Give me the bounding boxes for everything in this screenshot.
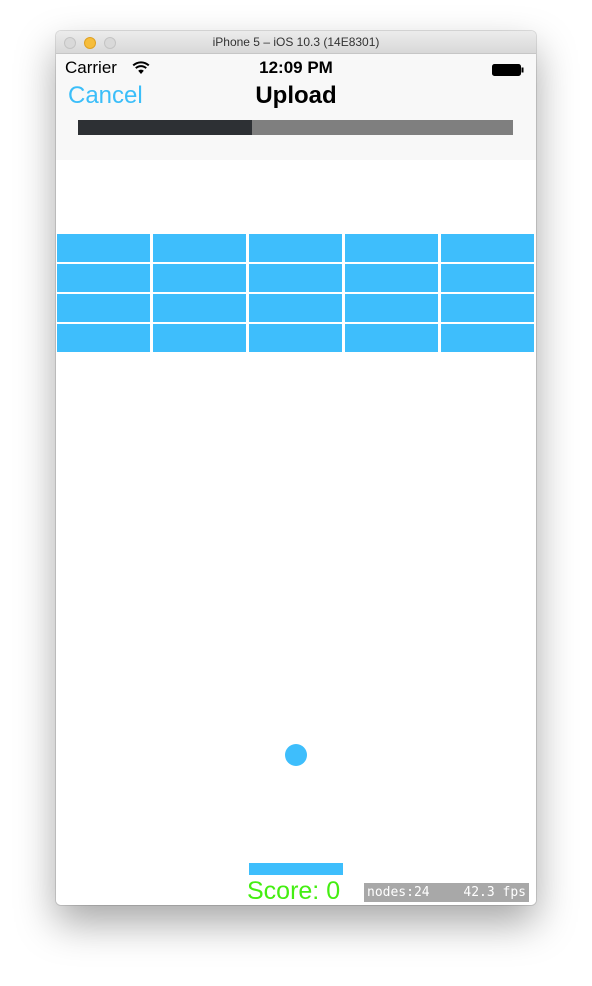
window-titlebar: iPhone 5 – iOS 10.3 (14E8301): [56, 31, 536, 54]
brick: [441, 294, 534, 322]
brick: [153, 294, 246, 322]
brick: [57, 234, 150, 262]
device-screen: Carrier 12:09 PM Cancel Upload Score: 0 …: [56, 54, 536, 905]
upload-progress-fill: [78, 120, 252, 135]
brick-wall: [57, 234, 535, 352]
brick: [345, 264, 438, 292]
fps-counter: 42.3 fps: [463, 885, 526, 900]
ball: [285, 744, 307, 766]
window-title: iPhone 5 – iOS 10.3 (14E8301): [212, 35, 380, 49]
brick: [345, 294, 438, 322]
brick: [153, 264, 246, 292]
brick: [249, 264, 342, 292]
brick: [57, 294, 150, 322]
brick: [441, 324, 534, 352]
brick: [249, 294, 342, 322]
simulator-window: iPhone 5 – iOS 10.3 (14E8301) Carrier 12…: [56, 31, 536, 905]
node-count: nodes:24: [367, 885, 430, 900]
page-title: Upload: [255, 82, 337, 109]
score-label: Score: 0: [247, 877, 341, 905]
brick: [345, 234, 438, 262]
navigation-bar: Carrier 12:09 PM Cancel Upload: [56, 54, 536, 160]
upload-progress-bar: [78, 120, 513, 135]
brick: [441, 264, 534, 292]
brick: [153, 324, 246, 352]
paddle[interactable]: [249, 863, 343, 875]
brick: [249, 234, 342, 262]
battery-full-icon: [492, 64, 524, 76]
stats-overlay: nodes:24 42.3 fps: [364, 883, 529, 902]
brick: [345, 324, 438, 352]
status-time: 12:09 PM: [259, 58, 333, 77]
brick: [441, 234, 534, 262]
brick: [57, 324, 150, 352]
brick: [57, 264, 150, 292]
brick: [153, 234, 246, 262]
brick: [249, 324, 342, 352]
